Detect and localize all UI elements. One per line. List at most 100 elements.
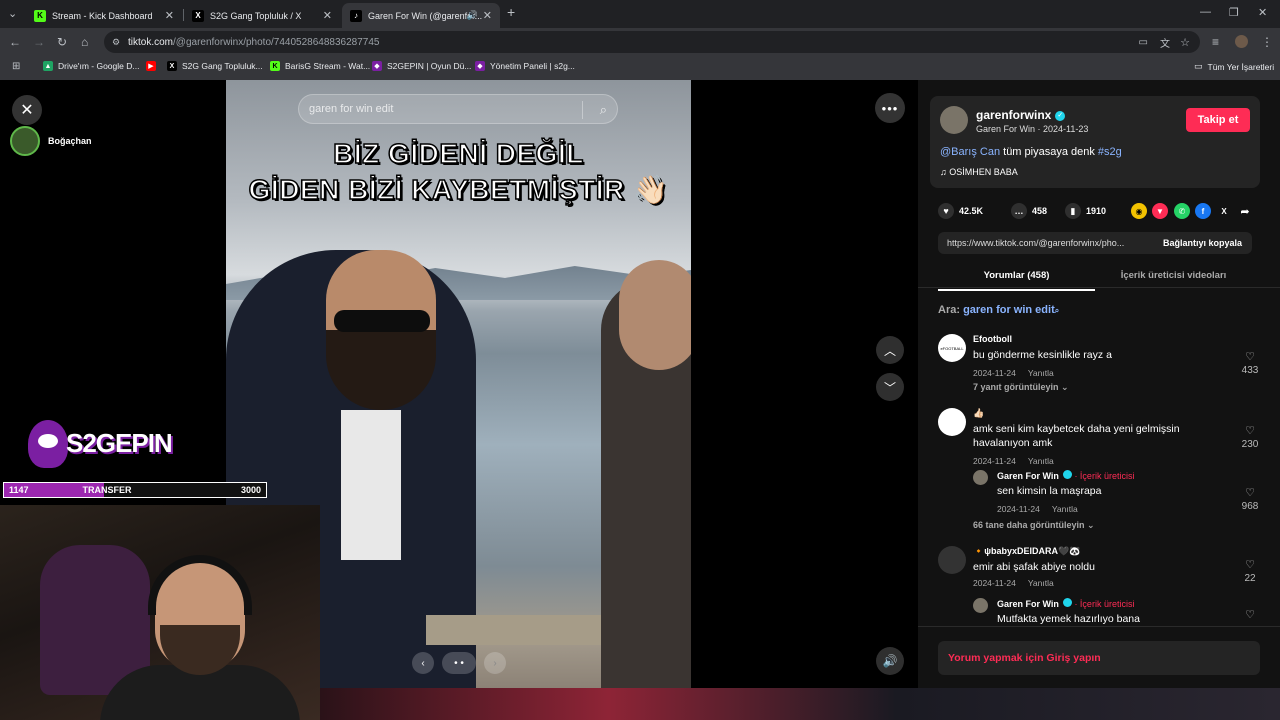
site-info-icon[interactable]: ⚙ bbox=[112, 37, 120, 48]
view-more-replies-button[interactable]: 66 tane daha görüntüleyin ⌄ bbox=[973, 520, 1095, 531]
bookmark-yonetim[interactable]: ◆ Yönetim Paneli | s2g... bbox=[475, 61, 575, 71]
reply-avatar[interactable] bbox=[973, 470, 988, 485]
reply-author[interactable]: Garen For Win · İçerik üreticisi bbox=[997, 470, 1134, 481]
close-viewer-button[interactable]: ✕ bbox=[12, 95, 42, 125]
mention-link[interactable]: @Barış Can bbox=[940, 146, 1000, 158]
profile-avatar[interactable] bbox=[1235, 35, 1248, 48]
more-options-button[interactable]: ••• bbox=[875, 93, 905, 123]
close-tab-icon[interactable]: ✕ bbox=[165, 9, 174, 22]
caption-line-2: GİDEN BİZİ KAYBETMİŞTİR 👋🏻 bbox=[248, 173, 669, 206]
streamer-avatar bbox=[10, 126, 40, 156]
bookmark-s2g-x[interactable]: X S2G Gang Topluluk... bbox=[167, 61, 263, 71]
login-to-comment-button[interactable]: Yorum yapmak için Giriş yapın bbox=[938, 641, 1260, 675]
all-bookmarks[interactable]: ▭ Tüm Yer İşaretleri bbox=[1194, 61, 1274, 72]
comment-author[interactable]: 👍🏻 bbox=[973, 408, 984, 419]
reply-button[interactable]: Yanıtla bbox=[1028, 368, 1054, 378]
tab-kick-dashboard[interactable]: K Stream - Kick Dashboard ✕ bbox=[26, 3, 182, 28]
speaker-icon[interactable]: 🔊 bbox=[467, 10, 478, 21]
volume-button[interactable]: 🔊 bbox=[876, 647, 904, 675]
comment-avatar[interactable] bbox=[938, 546, 966, 574]
reply-text: Mutfakta yemek hazırlıyo bana bbox=[997, 613, 1140, 625]
save-button[interactable]: ▮ 1910 bbox=[1065, 203, 1106, 219]
reply-item: Garen For Win · İçerik üreticisi sen kim… bbox=[973, 466, 1268, 516]
carousel-prev-button[interactable]: ‹ bbox=[412, 652, 434, 674]
search-prefix: Ara: bbox=[938, 304, 964, 316]
like-button[interactable]: ♥ 42.5K bbox=[938, 203, 983, 219]
s2gepin-emblem-icon bbox=[28, 420, 68, 468]
follow-button[interactable]: Takip et bbox=[1186, 108, 1250, 132]
bookmark-s2gepin[interactable]: ◆ S2GEPIN | Oyun Dü... bbox=[372, 61, 471, 71]
new-tab-icon[interactable]: + bbox=[507, 4, 515, 20]
comment-author[interactable]: Efootboll bbox=[973, 334, 1012, 344]
heart-outline-icon: ♡ bbox=[1245, 609, 1255, 621]
music-link[interactable]: ♫ OSİMHEN BABA bbox=[940, 167, 1018, 177]
reply-button[interactable]: Yanıtla bbox=[1052, 504, 1078, 514]
comment-button[interactable]: … 458 bbox=[1011, 203, 1047, 219]
reload-icon[interactable]: ↻ bbox=[57, 35, 67, 49]
panel-tabs: Yorumlar (458) İçerik üreticisi videolar… bbox=[938, 264, 1268, 291]
carousel-next-button[interactable]: › bbox=[484, 652, 506, 674]
reply-button[interactable]: Yanıtla bbox=[1028, 578, 1054, 588]
reply-avatar[interactable] bbox=[973, 598, 988, 613]
related-search-link[interactable]: garen for win edit bbox=[963, 304, 1055, 316]
menu-icon[interactable]: ⋮ bbox=[1261, 35, 1273, 49]
reply-author[interactable]: Garen For Win · İçerik üreticisi bbox=[997, 598, 1134, 609]
view-replies-button[interactable]: 7 yanıt görüntüleyin ⌄ bbox=[973, 382, 1069, 393]
whatsapp-share-icon[interactable]: ✆ bbox=[1174, 203, 1190, 219]
verified-icon bbox=[1062, 470, 1072, 479]
comment-author[interactable]: 🔸ψbabyxDEIDARA🖤🐼 bbox=[973, 546, 1080, 557]
share-arrow-icon[interactable]: ➦ bbox=[1237, 203, 1253, 219]
transfer-goal: 3000 bbox=[240, 485, 261, 495]
author-username[interactable]: garenforwinx ✓ bbox=[976, 108, 1066, 122]
bookmark-youtube[interactable]: ▶ bbox=[146, 61, 161, 71]
comment-avatar[interactable]: eFOOTBALL bbox=[938, 334, 966, 362]
comment-meta: 2024-11-24 Yanıtla bbox=[973, 368, 1054, 378]
apps-grid-icon[interactable]: ⊞ bbox=[12, 61, 20, 72]
x-share-icon[interactable]: X bbox=[1216, 203, 1232, 219]
back-icon[interactable]: ← bbox=[9, 35, 21, 49]
close-tab-icon[interactable]: ✕ bbox=[323, 9, 332, 22]
translate-icon[interactable]: 文 bbox=[1160, 35, 1170, 50]
tab-creator-videos[interactable]: İçerik üreticisi videoları bbox=[1095, 270, 1252, 281]
reply-like-button[interactable]: ♡ 968 bbox=[1238, 486, 1262, 512]
author-card: garenforwinx ✓ Garen For Win · 2024-11-23… bbox=[930, 96, 1260, 188]
bookmark-barisg[interactable]: K BarisG Stream - Wat... bbox=[270, 61, 370, 71]
copy-link-button[interactable]: Bağlantıyı kopyala bbox=[1163, 238, 1242, 248]
facebook-share-icon[interactable]: f bbox=[1195, 203, 1211, 219]
search-input[interactable]: garen for win edit ⌕ bbox=[298, 94, 618, 124]
minimize-icon[interactable]: — bbox=[1200, 6, 1211, 18]
tab-s2g-x[interactable]: X S2G Gang Topluluk / X ✕ bbox=[184, 3, 340, 28]
home-icon[interactable]: ⌂ bbox=[81, 35, 88, 49]
tab-search-icon[interactable]: ⌄ bbox=[8, 7, 17, 20]
comment-like-button[interactable]: ♡ 433 bbox=[1238, 350, 1262, 376]
search-icon[interactable]: ⌕ bbox=[600, 102, 607, 118]
reading-list-icon[interactable]: ≡ bbox=[1212, 35, 1219, 49]
close-tab-icon[interactable]: ✕ bbox=[483, 9, 492, 22]
forward-icon[interactable]: → bbox=[33, 35, 45, 49]
embed-share-icon[interactable]: ◉ bbox=[1131, 203, 1147, 219]
tab-tiktok[interactable]: ♪ Garen For Win (@garenfor... 🔊 ✕ bbox=[342, 3, 500, 28]
person-right bbox=[601, 260, 691, 688]
author-avatar[interactable] bbox=[940, 106, 968, 134]
bookmark-drive[interactable]: ▲ Drive'ım - Google D... bbox=[43, 61, 139, 71]
previous-post-button[interactable]: ︿ bbox=[876, 336, 904, 364]
comment-like-button[interactable]: ♡ 230 bbox=[1238, 424, 1262, 450]
heart-outline-icon: ♡ bbox=[1245, 351, 1255, 363]
window-close-icon[interactable]: ✕ bbox=[1258, 6, 1267, 19]
hashtag-link[interactable]: #s2g bbox=[1098, 146, 1122, 158]
cast-icon[interactable]: ▭ bbox=[1139, 37, 1148, 48]
reply-like-button[interactable]: ♡ bbox=[1238, 608, 1262, 623]
bookmark-star-icon[interactable]: ☆ bbox=[1180, 36, 1190, 49]
reply-button[interactable]: Yanıtla bbox=[1028, 456, 1054, 466]
send-share-icon[interactable]: ▼ bbox=[1152, 203, 1168, 219]
next-post-button[interactable]: ﹀ bbox=[876, 373, 904, 401]
comment-meta: 2024-11-24 Yanıtla bbox=[973, 456, 1054, 466]
reply-date: 2024-11-24 bbox=[997, 504, 1040, 514]
tiktok-favicon-icon: ♪ bbox=[350, 9, 362, 22]
x-icon: X bbox=[167, 61, 177, 71]
comment-avatar[interactable] bbox=[938, 408, 966, 436]
address-bar[interactable]: ⚙ tiktok.com/@garenforwinx/photo/7440528… bbox=[104, 31, 1200, 53]
comment-like-button[interactable]: ♡ 22 bbox=[1238, 558, 1262, 584]
restore-icon[interactable]: ❐ bbox=[1229, 6, 1239, 19]
comment-text: emir abi şafak abiye noldu bbox=[973, 561, 1095, 573]
